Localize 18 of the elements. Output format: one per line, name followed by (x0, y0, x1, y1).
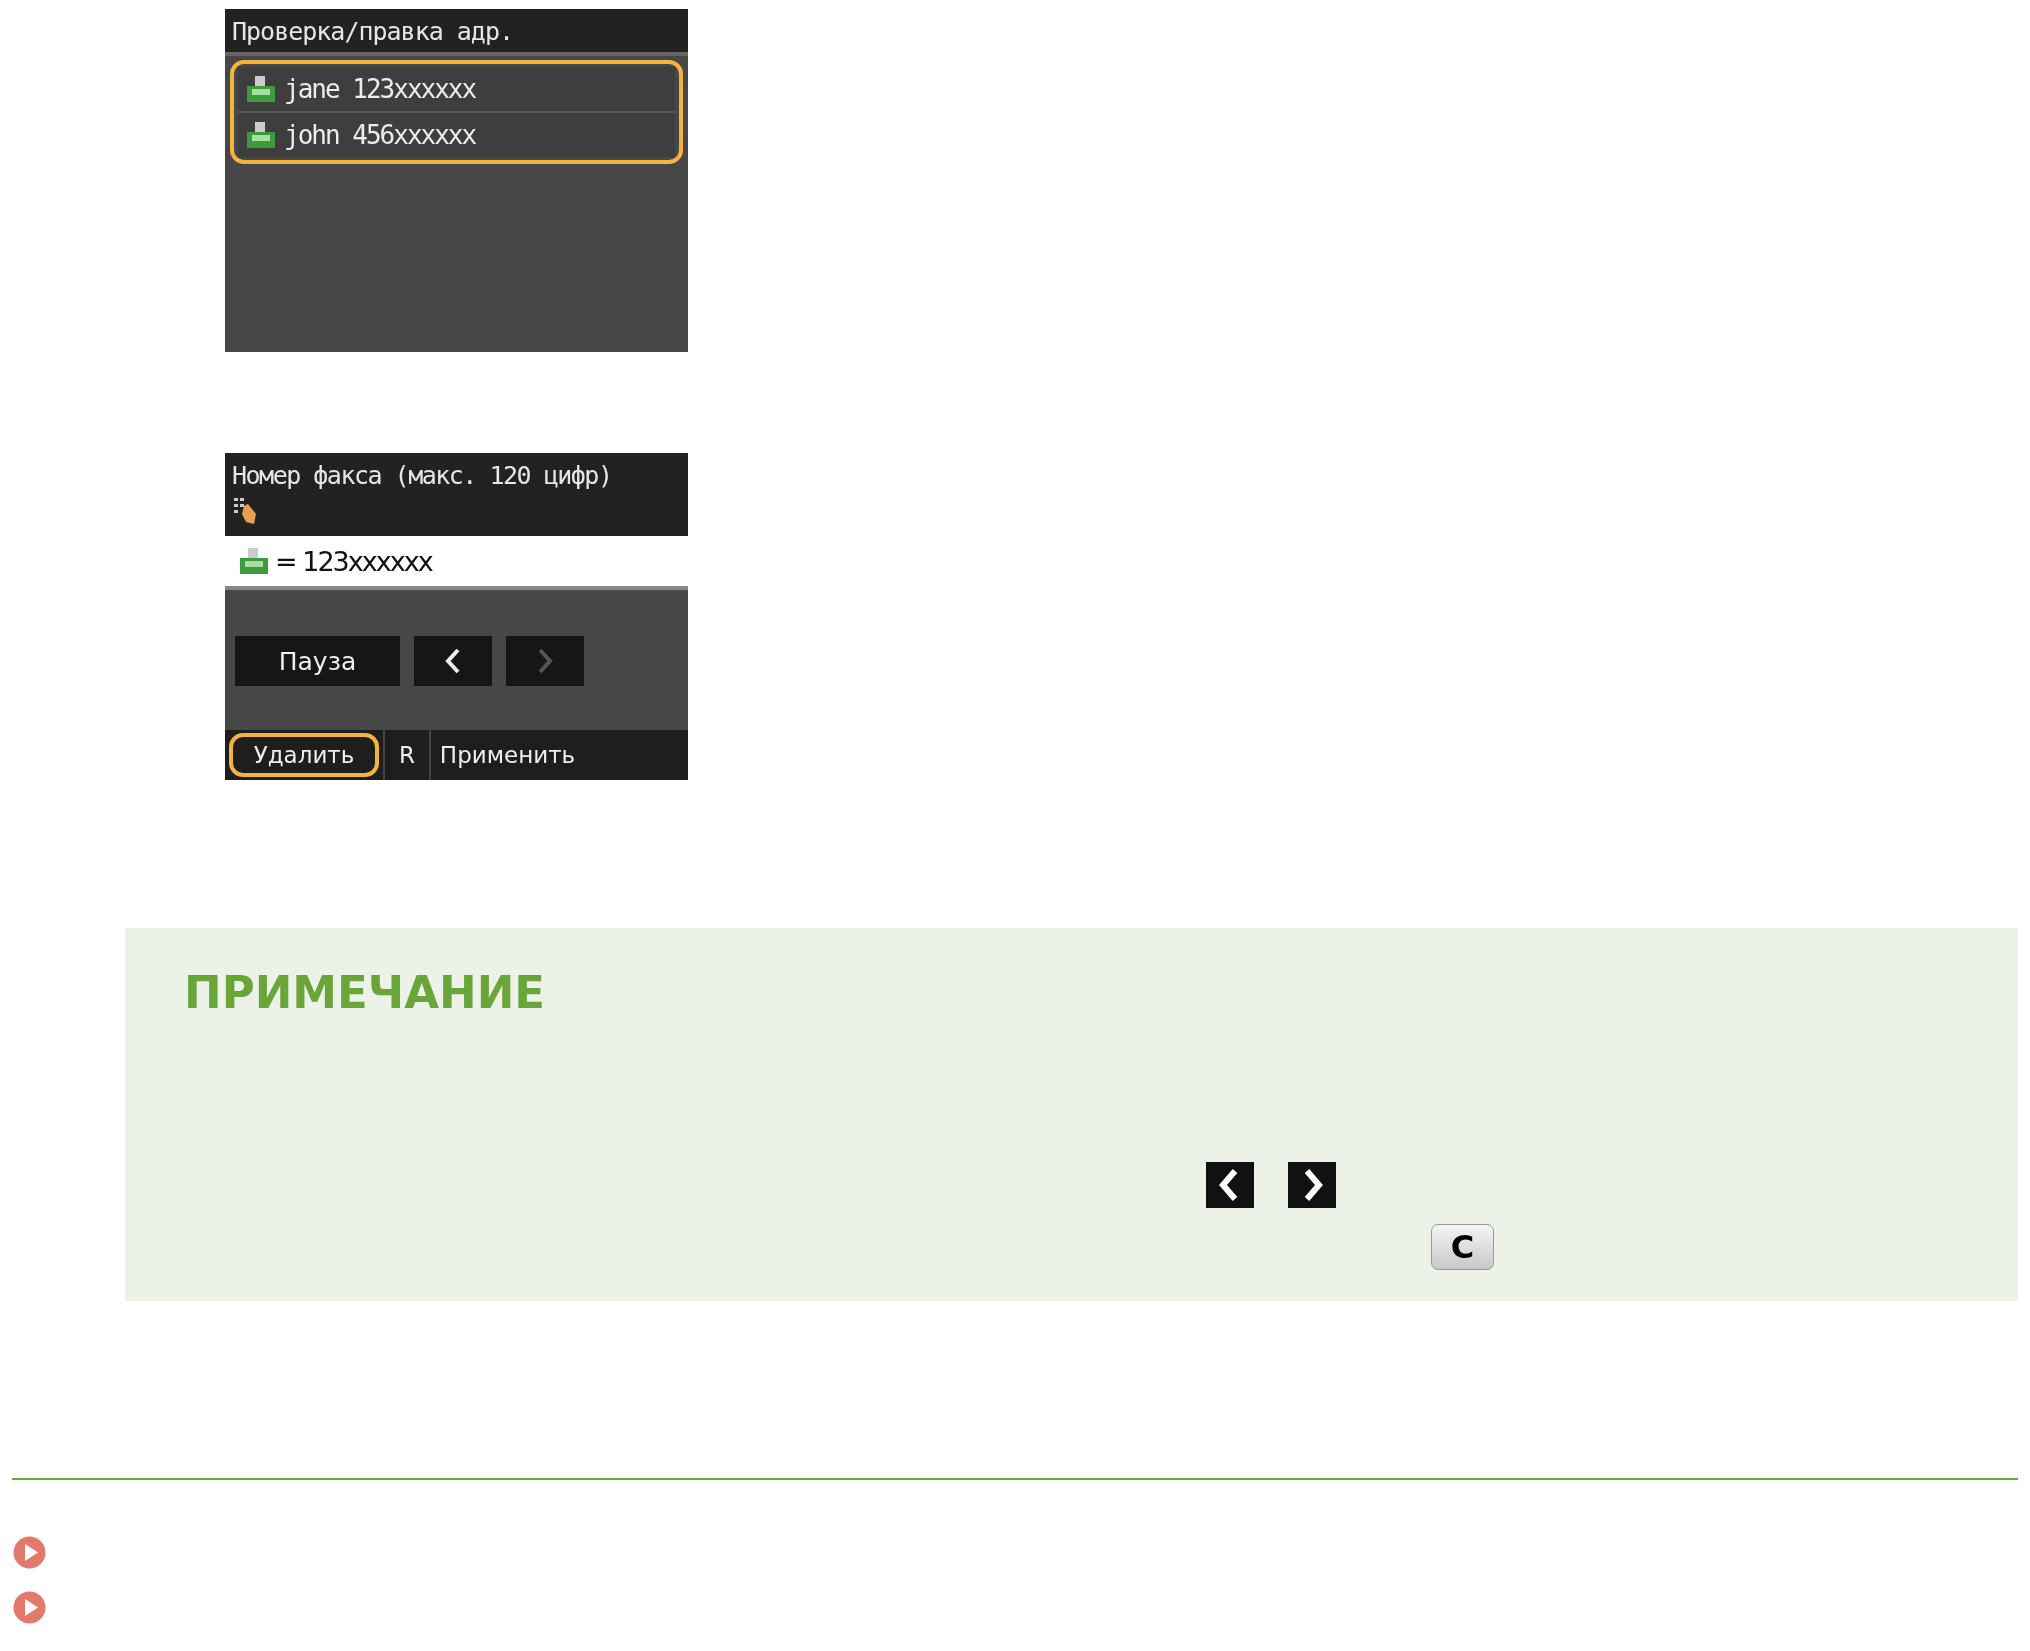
right-arrow-key-icon (1288, 1162, 1336, 1208)
note-title: ПРИМЕЧАНИЕ (184, 966, 547, 1019)
screen-title: Номер факса (макс. 120 цифр) (232, 461, 613, 490)
left-arrow-key-icon (1206, 1162, 1254, 1208)
screen-title: Проверка/правка адр. (225, 9, 688, 56)
clear-key: C (1431, 1224, 1494, 1270)
keypad-hand-icon (232, 496, 258, 526)
soft-key[interactable]: Удалить (229, 733, 379, 777)
play-icon[interactable] (13, 1536, 46, 1569)
fax-icon (246, 74, 276, 104)
address-entry[interactable]: jane 123xxxxxx (238, 67, 675, 111)
address-entry[interactable]: john 456xxxxxx (238, 111, 675, 157)
pause-button[interactable]: Пауза (235, 636, 400, 686)
play-icon[interactable] (13, 1591, 46, 1624)
cursor-left-button[interactable] (414, 636, 492, 686)
fax-icon (239, 546, 269, 576)
fax-icon (246, 120, 276, 150)
fax-number-field[interactable]: = 123xxxxxx (225, 536, 688, 590)
